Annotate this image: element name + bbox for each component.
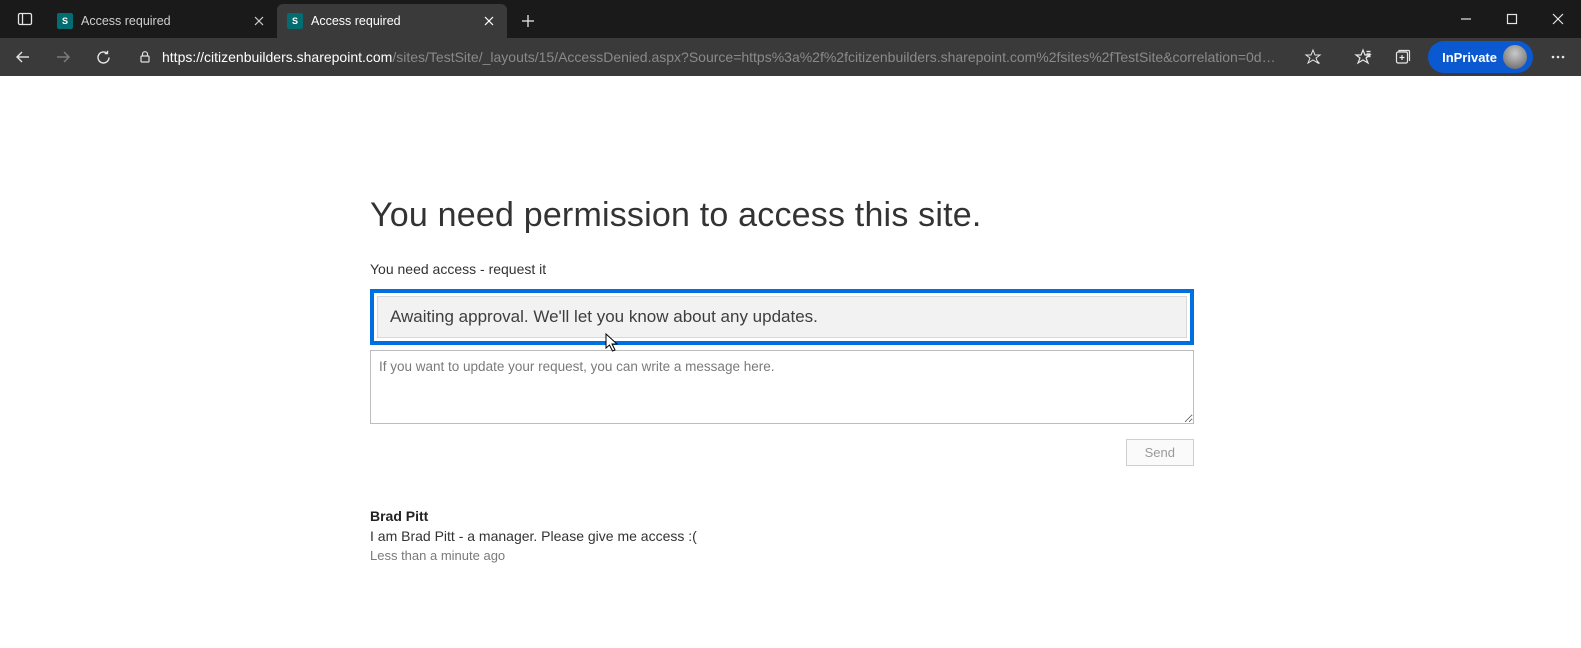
browser-tab[interactable]: S Access required — [47, 4, 277, 38]
refresh-icon — [95, 49, 112, 66]
page-title: You need permission to access this site. — [370, 196, 1194, 235]
page-subtitle: You need access - request it — [370, 261, 1194, 277]
address-path: /sites/TestSite/_layouts/15/AccessDenied… — [392, 49, 1275, 65]
tab-title: Access required — [311, 14, 473, 28]
tab-actions-icon — [17, 11, 33, 27]
tracking-prevention-button[interactable] — [1298, 42, 1328, 72]
star-icon — [1354, 48, 1372, 66]
tab-close-button[interactable] — [481, 13, 497, 29]
sharepoint-icon: S — [287, 13, 303, 29]
more-icon — [1549, 48, 1567, 66]
inprivate-label: InPrivate — [1442, 50, 1497, 65]
window-minimize-button[interactable] — [1443, 0, 1489, 38]
address-host: https://citizenbuilders.sharepoint.com — [162, 49, 392, 65]
request-timestamp: Less than a minute ago — [370, 548, 1194, 563]
browser-title-bar: S Access required S Access required — [0, 0, 1581, 38]
title-bar-left — [0, 0, 47, 38]
maximize-icon — [1506, 13, 1518, 25]
request-message: I am Brad Pitt - a manager. Please give … — [370, 528, 1194, 544]
browser-tab[interactable]: S Access required — [277, 4, 507, 38]
arrow-right-icon — [54, 48, 72, 66]
browser-toolbar: https://citizenbuilders.sharepoint.com/s… — [0, 38, 1581, 76]
address-bar[interactable]: https://citizenbuilders.sharepoint.com/s… — [128, 42, 1338, 72]
minimize-icon — [1460, 13, 1472, 25]
new-tab-button[interactable] — [513, 6, 543, 36]
sharepoint-icon: S — [57, 13, 73, 29]
status-message: Awaiting approval. We'll let you know ab… — [377, 296, 1187, 338]
refresh-button[interactable] — [88, 42, 118, 72]
page-content: You need permission to access this site.… — [0, 76, 1581, 648]
request-log: Brad Pitt I am Brad Pitt - a manager. Pl… — [370, 508, 1194, 563]
lock-icon — [138, 50, 152, 64]
content-container: You need permission to access this site.… — [370, 196, 1194, 563]
shopping-icon — [1304, 48, 1322, 66]
request-user: Brad Pitt — [370, 508, 1194, 524]
forward-button[interactable] — [48, 42, 78, 72]
window-controls — [1443, 0, 1581, 38]
window-close-button[interactable] — [1535, 0, 1581, 38]
tab-title: Access required — [81, 14, 243, 28]
avatar — [1503, 45, 1527, 69]
collections-button[interactable] — [1388, 42, 1418, 72]
close-icon — [484, 16, 494, 26]
inprivate-indicator[interactable]: InPrivate — [1428, 41, 1533, 73]
tab-actions-button[interactable] — [9, 3, 41, 35]
close-icon — [254, 16, 264, 26]
tab-close-button[interactable] — [251, 13, 267, 29]
browser-tabs: S Access required S Access required — [47, 0, 1443, 38]
address-text: https://citizenbuilders.sharepoint.com/s… — [162, 49, 1288, 65]
send-button[interactable]: Send — [1126, 439, 1194, 466]
favorites-button[interactable] — [1348, 42, 1378, 72]
close-icon — [1552, 13, 1564, 25]
arrow-left-icon — [14, 48, 32, 66]
status-highlight: Awaiting approval. We'll let you know ab… — [370, 289, 1194, 345]
request-message-input[interactable] — [370, 350, 1194, 424]
back-button[interactable] — [8, 42, 38, 72]
plus-icon — [521, 14, 535, 28]
settings-menu-button[interactable] — [1543, 42, 1573, 72]
collections-icon — [1394, 48, 1412, 66]
window-maximize-button[interactable] — [1489, 0, 1535, 38]
send-row: Send — [370, 439, 1194, 466]
